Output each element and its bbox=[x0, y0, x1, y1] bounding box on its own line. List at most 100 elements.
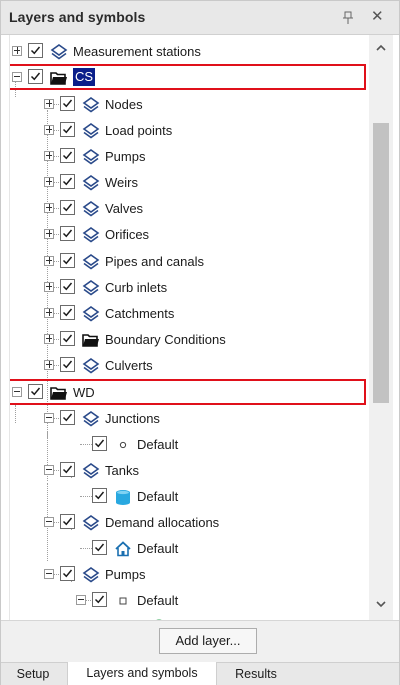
layer-visibility-checkbox[interactable] bbox=[60, 253, 75, 268]
layer-visibility-checkbox[interactable] bbox=[92, 436, 107, 451]
scrollbar-thumb[interactable] bbox=[373, 123, 389, 403]
expand-icon[interactable] bbox=[44, 360, 54, 370]
expand-icon[interactable] bbox=[44, 308, 54, 318]
layer-visibility-checkbox[interactable] bbox=[28, 43, 43, 58]
tree-row[interactable]: Default bbox=[10, 536, 370, 562]
tree-node-label[interactable]: Default bbox=[137, 437, 178, 452]
layer-icon bbox=[82, 279, 100, 297]
tab-setup[interactable]: Setup bbox=[3, 663, 63, 685]
tree-row[interactable]: Pipes and canals bbox=[10, 249, 370, 275]
layer-icon bbox=[82, 96, 100, 114]
tree-row[interactable]: Measurement stations bbox=[10, 39, 370, 65]
tree-row[interactable]: Junctions bbox=[10, 406, 370, 432]
add-layer-button[interactable]: Add layer... bbox=[159, 628, 257, 654]
tree-node-label[interactable]: Orifices bbox=[105, 227, 149, 242]
tree-row[interactable]: Orifices bbox=[10, 222, 370, 248]
house-icon bbox=[114, 540, 132, 558]
layer-icon bbox=[82, 514, 100, 532]
panel-title: Layers and symbols bbox=[9, 9, 146, 25]
layer-visibility-checkbox[interactable] bbox=[60, 148, 75, 163]
tree-node-label[interactable]: Default bbox=[137, 489, 178, 504]
expand-icon[interactable] bbox=[44, 203, 54, 213]
small-square-icon bbox=[114, 592, 132, 610]
expand-icon[interactable] bbox=[44, 177, 54, 187]
tree-row[interactable]: Pumps bbox=[10, 562, 370, 588]
tree-node-label[interactable]: Pumps bbox=[105, 567, 145, 582]
tree-node-label[interactable]: Nodes bbox=[105, 97, 143, 112]
expand-icon[interactable] bbox=[44, 256, 54, 266]
expand-icon[interactable] bbox=[44, 229, 54, 239]
layer-visibility-checkbox[interactable] bbox=[60, 514, 75, 529]
tree-row[interactable]: Curb inlets bbox=[10, 275, 370, 301]
layer-visibility-checkbox[interactable] bbox=[60, 305, 75, 320]
tree-node-label[interactable]: Measurement stations bbox=[73, 44, 201, 59]
tree-row[interactable]: Tanks bbox=[10, 458, 370, 484]
tree-node-label[interactable]: Pumps bbox=[105, 149, 145, 164]
layer-icon bbox=[82, 122, 100, 140]
tree-node-label[interactable]: Curb inlets bbox=[105, 280, 167, 295]
tree-row[interactable]: Default bbox=[10, 588, 370, 614]
close-icon[interactable]: ✕ bbox=[371, 9, 384, 25]
layer-visibility-checkbox[interactable] bbox=[60, 96, 75, 111]
tree-row[interactable]: Nodes bbox=[10, 92, 370, 118]
layer-visibility-checkbox[interactable] bbox=[60, 410, 75, 425]
tree-row[interactable]: Valves bbox=[10, 196, 370, 222]
expand-icon[interactable] bbox=[44, 334, 54, 344]
layer-visibility-checkbox[interactable] bbox=[92, 488, 107, 503]
tree-node-label[interactable]: Junctions bbox=[105, 411, 160, 426]
tree-row[interactable]: Load points bbox=[10, 118, 370, 144]
layer-visibility-checkbox[interactable] bbox=[60, 462, 75, 477]
layer-visibility-checkbox[interactable] bbox=[60, 122, 75, 137]
expand-icon[interactable] bbox=[44, 125, 54, 135]
layer-icon bbox=[82, 174, 100, 192]
vertical-scrollbar[interactable] bbox=[369, 35, 393, 620]
tree-row[interactable]: Weirs bbox=[10, 170, 370, 196]
tree-row[interactable]: Demand allocations bbox=[10, 510, 370, 536]
collapse-icon[interactable] bbox=[44, 465, 54, 475]
layer-visibility-checkbox[interactable] bbox=[60, 331, 75, 346]
tree-row[interactable]: Default bbox=[10, 484, 370, 510]
tree-node-label[interactable]: Tanks bbox=[105, 463, 139, 478]
tree-node-label[interactable]: Weirs bbox=[105, 175, 138, 190]
layer-icon bbox=[82, 253, 100, 271]
layer-visibility-checkbox[interactable] bbox=[60, 200, 75, 215]
expand-icon[interactable] bbox=[12, 46, 22, 56]
tree-node-label[interactable]: Load points bbox=[105, 123, 172, 138]
layer-icon bbox=[82, 148, 100, 166]
tree-row[interactable]: Culverts bbox=[10, 353, 370, 379]
layer-icon bbox=[50, 43, 68, 61]
layer-visibility-checkbox[interactable] bbox=[60, 226, 75, 241]
tree-node-label[interactable]: Demand allocations bbox=[105, 515, 219, 530]
layer-visibility-checkbox[interactable] bbox=[60, 566, 75, 581]
collapse-icon[interactable] bbox=[44, 413, 54, 423]
tree-node-label[interactable]: Culverts bbox=[105, 358, 153, 373]
tank-icon bbox=[114, 488, 132, 506]
tree-node-label[interactable]: Default bbox=[137, 541, 178, 556]
tree-node-label[interactable]: Valves bbox=[105, 201, 143, 216]
expand-icon[interactable] bbox=[44, 99, 54, 109]
tree-node-label[interactable]: Catchments bbox=[105, 306, 174, 321]
tree-row[interactable]: Default bbox=[10, 432, 370, 458]
collapse-icon[interactable] bbox=[76, 595, 86, 605]
layer-visibility-checkbox[interactable] bbox=[60, 357, 75, 372]
tree-node-label[interactable]: Pipes and canals bbox=[105, 254, 204, 269]
highlight-box bbox=[10, 379, 366, 405]
pin-icon[interactable] bbox=[341, 11, 355, 25]
layer-visibility-checkbox[interactable] bbox=[92, 540, 107, 555]
tree-node-label[interactable]: Boundary Conditions bbox=[105, 332, 226, 347]
collapse-icon[interactable] bbox=[44, 517, 54, 527]
tree-node-label[interactable]: Default bbox=[137, 593, 178, 608]
expand-icon[interactable] bbox=[44, 151, 54, 161]
tab-layers-and-symbols[interactable]: Layers and symbols bbox=[67, 662, 217, 685]
layer-visibility-checkbox[interactable] bbox=[92, 592, 107, 607]
collapse-icon[interactable] bbox=[44, 569, 54, 579]
tree-row[interactable]: Boundary Conditions bbox=[10, 327, 370, 353]
scroll-up-icon bbox=[376, 44, 386, 51]
layer-visibility-checkbox[interactable] bbox=[60, 279, 75, 294]
tree-row[interactable]: Pumps bbox=[10, 144, 370, 170]
layer-icon bbox=[82, 566, 100, 584]
expand-icon[interactable] bbox=[44, 282, 54, 292]
tab-results[interactable]: Results bbox=[221, 663, 291, 685]
layer-visibility-checkbox[interactable] bbox=[60, 174, 75, 189]
tree-row[interactable]: Catchments bbox=[10, 301, 370, 327]
